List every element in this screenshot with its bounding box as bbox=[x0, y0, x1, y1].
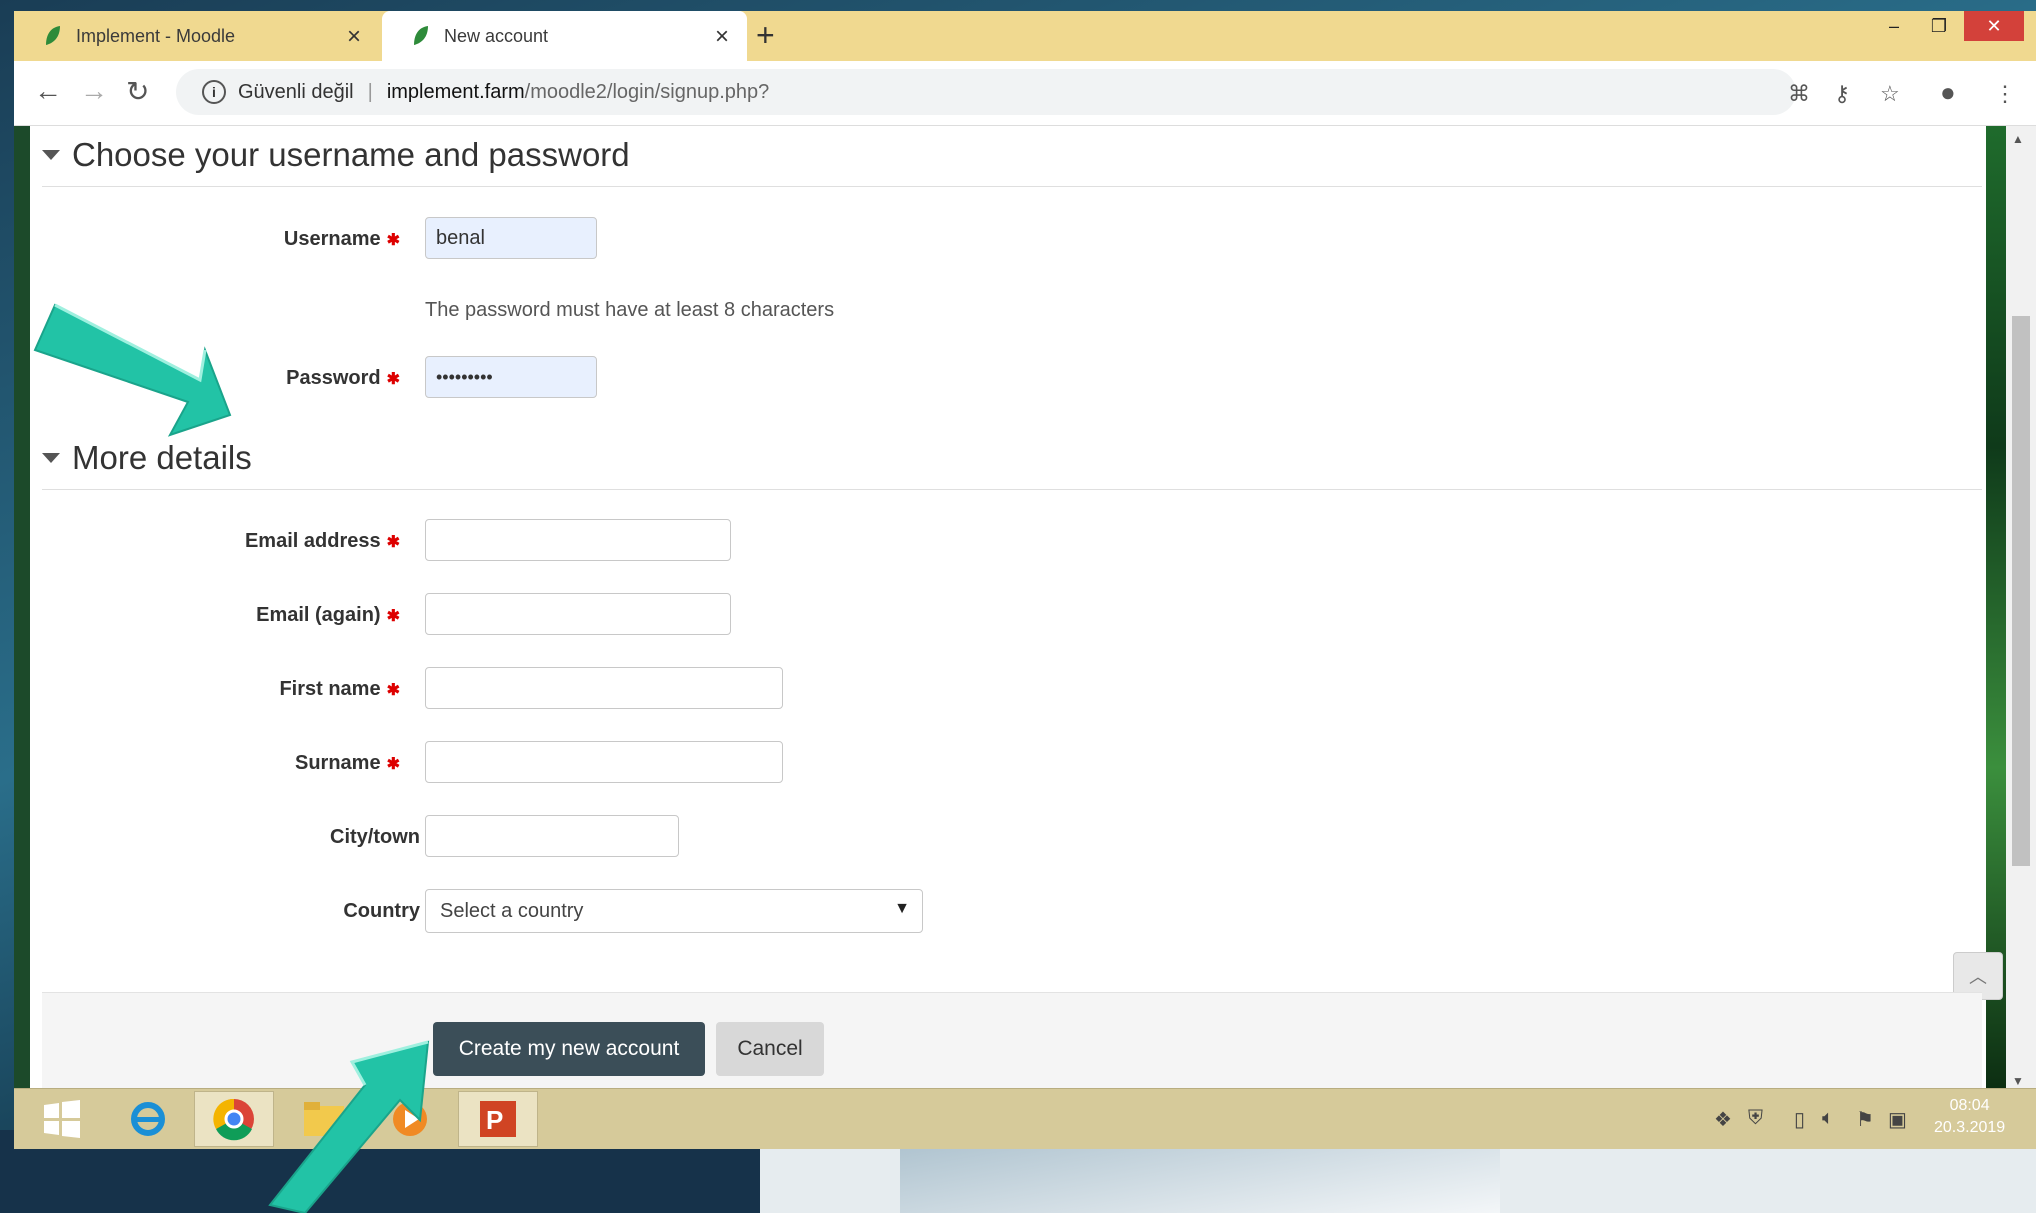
powerpoint-icon[interactable]: P bbox=[458, 1091, 538, 1147]
password-hint: The password must have at least 8 charac… bbox=[425, 299, 835, 321]
url-path: /moodle2/login/signup.php? bbox=[524, 80, 770, 103]
menu-icon[interactable]: ⋮ bbox=[1994, 81, 2016, 107]
battery-icon[interactable]: ▯ bbox=[1794, 1107, 1805, 1132]
city-input[interactable] bbox=[425, 815, 679, 857]
chrome-logo-icon bbox=[213, 1098, 254, 1141]
file-explorer-icon[interactable] bbox=[284, 1091, 364, 1147]
browser-toolbar: ← → ↻ i Güvenli değil | implement.farm /… bbox=[14, 61, 2036, 126]
internet-explorer-icon[interactable] bbox=[108, 1091, 188, 1147]
city-label: City/town bbox=[330, 826, 420, 848]
scroll-up-icon[interactable]: ▲ bbox=[2012, 132, 2024, 146]
required-icon: ✱ bbox=[386, 608, 400, 625]
clock-date: 20.3.2019 bbox=[1934, 1119, 2006, 1136]
email-input[interactable] bbox=[425, 519, 731, 561]
translate-icon[interactable]: ⌘ bbox=[1788, 81, 1810, 107]
tab-implement-moodle[interactable]: Implement - Moodle × bbox=[14, 11, 379, 61]
address-bar[interactable]: i Güvenli değil | implement.farm /moodle… bbox=[176, 69, 1796, 115]
security-shield-icon[interactable]: ⛨ bbox=[1748, 1107, 1763, 1130]
collapse-caret-icon bbox=[42, 150, 60, 160]
required-icon: ✱ bbox=[386, 232, 400, 249]
network-icon[interactable]: ▣ bbox=[1888, 1107, 1907, 1132]
folder-icon bbox=[304, 1102, 344, 1136]
restore-icon[interactable]: ❐ bbox=[1919, 11, 1959, 41]
page-content: ▲ ▼ Choose your username and password Us… bbox=[14, 126, 2036, 1088]
surname-label: Surname ✱ bbox=[295, 752, 400, 774]
surname-input[interactable] bbox=[425, 741, 783, 783]
tab-bar: Implement - Moodle × New account × + – ❐… bbox=[14, 11, 2036, 61]
firstname-input[interactable] bbox=[425, 667, 783, 709]
section-header-username-password[interactable]: Choose your username and password bbox=[42, 136, 630, 174]
dropdown-arrow-icon: ▼ bbox=[894, 900, 910, 917]
country-select[interactable]: Select a country ▼ bbox=[425, 889, 923, 933]
chrome-icon[interactable] bbox=[194, 1091, 274, 1147]
account-icon[interactable]: ● bbox=[1940, 77, 1956, 108]
tab-label: Implement - Moodle bbox=[76, 25, 236, 46]
media-player-icon[interactable] bbox=[370, 1091, 450, 1147]
flag-icon[interactable]: ⚑ bbox=[1856, 1107, 1874, 1132]
firstname-label: First name ✱ bbox=[279, 678, 400, 700]
address-separator: | bbox=[367, 80, 373, 103]
email-again-label: Email (again) ✱ bbox=[256, 604, 400, 626]
right-border-decoration bbox=[1986, 126, 2006, 1088]
form-footer bbox=[42, 992, 1982, 1088]
required-icon: ✱ bbox=[386, 371, 400, 388]
tab-new-account[interactable]: New account × bbox=[382, 11, 747, 61]
required-icon: ✱ bbox=[386, 534, 400, 551]
taskbar-clock[interactable]: 08:04 20.3.2019 bbox=[1934, 1095, 2005, 1139]
window-close-icon[interactable]: ✕ bbox=[1964, 11, 2024, 41]
minimize-icon[interactable]: – bbox=[1874, 11, 1914, 41]
create-account-button[interactable]: Create my new account bbox=[433, 1022, 705, 1076]
password-label: Password ✱ bbox=[286, 367, 400, 389]
section-title: More details bbox=[72, 439, 252, 476]
password-input[interactable]: ••••••••• bbox=[425, 356, 597, 398]
email-again-input[interactable] bbox=[425, 593, 731, 635]
svg-text:P: P bbox=[486, 1105, 503, 1135]
security-status: Güvenli değil bbox=[238, 80, 354, 103]
back-arrow-icon[interactable]: ← bbox=[34, 75, 62, 107]
username-input[interactable] bbox=[425, 217, 597, 259]
forward-arrow-icon[interactable]: → bbox=[80, 75, 108, 107]
tab-close-icon[interactable]: × bbox=[347, 23, 361, 51]
windows-logo-icon bbox=[44, 1100, 80, 1138]
url-host: implement.farm bbox=[386, 80, 525, 103]
cancel-button[interactable]: Cancel bbox=[716, 1022, 824, 1076]
section-title: Choose your username and password bbox=[72, 136, 630, 173]
star-icon[interactable]: ☆ bbox=[1880, 81, 1900, 107]
info-icon[interactable]: i bbox=[202, 80, 226, 104]
moodle-leaf-icon bbox=[46, 26, 60, 45]
divider bbox=[42, 186, 1982, 187]
email-label: Email address ✱ bbox=[244, 530, 400, 552]
dropbox-icon[interactable]: ❖ bbox=[1714, 1107, 1732, 1132]
left-border-decoration bbox=[14, 126, 30, 1088]
divider bbox=[42, 489, 1982, 490]
windows-taskbar: P ❖ ⛨ ▯ 🔈︎ ⚑ ▣ 08:04 20.3.2019 bbox=[14, 1088, 2036, 1149]
new-tab-plus-icon[interactable]: + bbox=[756, 17, 775, 54]
country-label: Country bbox=[343, 900, 420, 922]
username-label: Username ✱ bbox=[283, 228, 400, 250]
scroll-down-icon[interactable]: ▼ bbox=[2012, 1074, 2024, 1088]
clock-time: 08:04 bbox=[1949, 1097, 1990, 1114]
tab-label: New account bbox=[444, 25, 549, 46]
required-icon: ✱ bbox=[386, 682, 400, 699]
key-icon[interactable]: ⚷ bbox=[1834, 81, 1850, 107]
reload-icon[interactable]: ↻ bbox=[126, 75, 149, 108]
tab-close-icon[interactable]: × bbox=[715, 23, 729, 51]
browser-window: Implement - Moodle × New account × + – ❐… bbox=[14, 11, 2036, 1088]
start-windows-icon[interactable] bbox=[22, 1091, 102, 1147]
ie-logo-icon bbox=[131, 1102, 165, 1136]
moodle-leaf-icon bbox=[414, 26, 428, 45]
required-icon: ✱ bbox=[386, 756, 400, 773]
play-icon bbox=[393, 1102, 427, 1136]
scrollbar-thumb[interactable] bbox=[2012, 316, 2030, 866]
section-header-more-details[interactable]: More details bbox=[42, 439, 252, 477]
collapse-caret-icon bbox=[42, 453, 60, 463]
powerpoint-logo-icon: P bbox=[480, 1101, 516, 1137]
country-select-value: Select a country bbox=[440, 900, 584, 922]
volume-icon[interactable]: 🔈︎ bbox=[1822, 1107, 1834, 1130]
